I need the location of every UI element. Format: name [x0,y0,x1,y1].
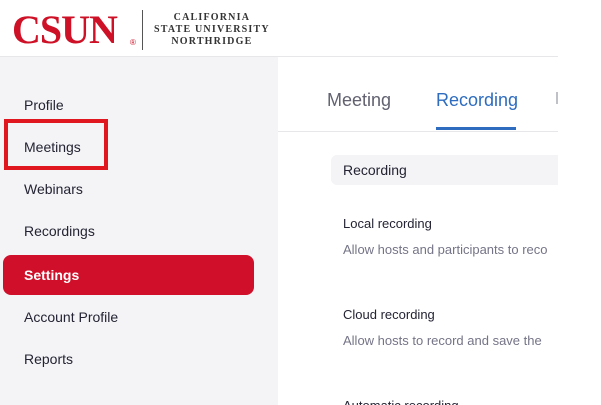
logo-divider [142,10,143,50]
cloud-recording-title: Cloud recording [343,307,435,322]
tab-recording[interactable]: Recording [436,88,518,112]
sidebar-item-settings[interactable]: Settings [3,255,254,295]
cloud-recording-description: Allow hosts to record and save the [343,333,542,348]
logo-line-northridge: NORTHRIDGE [171,36,253,47]
sidebar-item-settings-label: Settings [24,267,80,283]
recording-section-label: Recording [343,162,407,178]
sidebar-item-recordings[interactable]: Recordings [24,221,95,241]
meetings-highlight-box [4,119,108,170]
logo-line-state-university: STATE UNIVERSITY [154,24,270,35]
logo-university-name: CALIFORNIA STATE UNIVERSITY NORTHRIDGE [154,12,270,48]
site-header: CSUN ® CALIFORNIA STATE UNIVERSITY NORTH… [0,0,558,57]
recording-section-header[interactable]: Recording [331,155,558,185]
sidebar-item-account-profile[interactable]: Account Profile [24,307,118,327]
settings-tab-bar: Meeting Recording [278,57,558,132]
logo-line-california: CALIFORNIA [173,12,251,23]
tab-meeting[interactable]: Meeting [327,88,391,112]
sidebar-nav: Profile Meetings Webinars Recordings Set… [0,57,278,405]
tab-recording-active-indicator [436,127,516,130]
local-recording-title: Local recording [343,216,432,231]
registered-mark: ® [130,38,136,47]
settings-main-panel: Meeting Recording Recording Local record… [278,57,558,405]
tab-overflow-indicator [556,92,558,104]
local-recording-description: Allow hosts and participants to reco [343,242,548,257]
sidebar-item-reports[interactable]: Reports [24,349,73,369]
automatic-recording-title: Automatic recording [343,397,459,405]
csun-logo-wordmark[interactable]: CSUN [12,8,118,52]
sidebar-item-profile[interactable]: Profile [24,95,64,115]
sidebar-item-webinars[interactable]: Webinars [24,179,83,199]
